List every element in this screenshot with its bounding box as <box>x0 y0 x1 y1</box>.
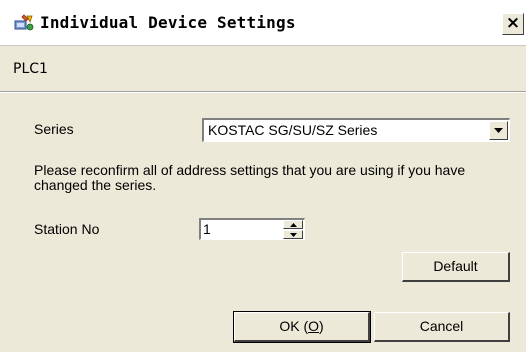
ok-button-suffix: ) <box>319 318 324 334</box>
station-no-input[interactable]: 1 <box>203 221 211 237</box>
station-no-label: Station No <box>34 221 100 237</box>
series-change-note: Please reconfirm all of address settings… <box>34 162 466 193</box>
plc-header: PLC1 <box>0 46 526 93</box>
ok-button[interactable]: OK (O) <box>233 311 371 343</box>
stepper-down-button[interactable] <box>283 230 303 239</box>
device-settings-icon <box>14 14 34 32</box>
series-label: Series <box>34 121 74 137</box>
stepper-buttons <box>283 220 303 239</box>
stepper-up-button[interactable] <box>283 220 303 229</box>
ok-button-mnemonic: O <box>308 318 319 334</box>
triangle-down-icon <box>290 233 297 237</box>
series-dropdown-button[interactable] <box>489 121 508 140</box>
window-bottom-edge <box>0 352 526 356</box>
plc-name: PLC1 <box>13 61 48 77</box>
series-select-value: KOSTAC SG/SU/SZ Series <box>208 122 378 138</box>
series-select[interactable]: KOSTAC SG/SU/SZ Series <box>202 118 510 142</box>
station-no-stepper[interactable]: 1 <box>199 218 305 240</box>
window-title: Individual Device Settings <box>40 13 296 32</box>
ok-button-label: OK ( <box>279 318 309 334</box>
close-icon: × <box>505 13 521 33</box>
chevron-down-icon <box>494 128 503 133</box>
triangle-up-icon <box>290 223 297 227</box>
title-bar: Individual Device Settings × <box>0 0 526 46</box>
dialog-window: Individual Device Settings × PLC1 Series… <box>0 0 526 356</box>
close-button[interactable]: × <box>502 13 524 35</box>
cancel-button[interactable]: Cancel <box>374 312 510 342</box>
default-button[interactable]: Default <box>402 252 510 282</box>
